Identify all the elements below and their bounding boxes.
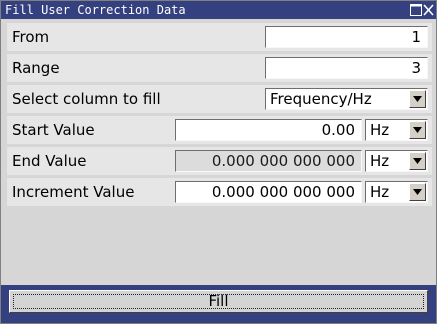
increment-value-input[interactable]: 0.000 000 000 000 [175,181,362,203]
row-select-column: Select column to fill Frequency/Hz [7,85,432,113]
row-end-value: End Value 0.000 000 000 000 Hz [7,147,432,175]
start-value-unit: Hz [370,121,390,139]
select-column-value: Frequency/Hz [270,90,372,108]
select-column-dropdown[interactable]: Frequency/Hz [265,88,428,110]
focus-outline [13,294,424,309]
title-bar-controls [410,3,434,17]
row-range: Range 3 [7,54,432,82]
increment-value-unit: Hz [370,183,390,201]
chevron-down-icon [413,158,422,164]
end-value-unit-dropdown[interactable]: Hz [365,150,428,172]
row-from: From 1 [7,23,432,51]
start-value-unit-dropdown-button[interactable] [409,121,426,139]
row-start-value: Start Value 0.00 Hz [7,116,432,144]
range-input[interactable]: 3 [265,57,428,79]
from-input[interactable]: 1 [265,26,428,48]
fill-button-bar: Fill [1,285,436,323]
chevron-down-icon [413,189,422,195]
row-increment-value: Increment Value 0.000 000 000 000 Hz [7,178,432,206]
increment-value-label: Increment Value [12,183,135,201]
start-value-unit-dropdown[interactable]: Hz [365,119,428,141]
fill-button[interactable]: Fill [9,290,428,313]
start-value-input[interactable]: 0.00 [175,119,362,141]
window-title: Fill User Correction Data [5,3,186,17]
fill-user-correction-dialog: Fill User Correction Data From 1 Range 3… [0,0,437,324]
chevron-down-icon [413,127,422,133]
select-column-dropdown-button[interactable] [409,90,426,108]
from-label: From [12,28,50,46]
end-value-label: End Value [12,152,87,170]
select-column-label: Select column to fill [12,90,161,108]
close-icon[interactable] [423,3,434,17]
start-value-label: Start Value [12,121,95,139]
end-value-field: 0.000 000 000 000 [175,150,362,172]
range-label: Range [12,59,60,77]
increment-value-unit-dropdown-button[interactable] [409,183,426,201]
maximize-icon[interactable] [410,4,422,16]
title-bar: Fill User Correction Data [1,1,436,19]
end-value-unit: Hz [370,152,390,170]
end-value-unit-dropdown-button[interactable] [409,152,426,170]
increment-value-unit-dropdown[interactable]: Hz [365,181,428,203]
chevron-down-icon [413,96,422,102]
